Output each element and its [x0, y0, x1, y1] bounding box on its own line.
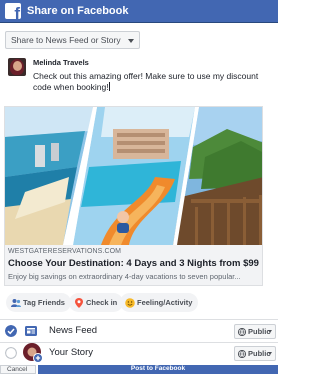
- post-composer[interactable]: Melinda Travels Check out this amazing o…: [0, 55, 278, 100]
- feeling-activity-button[interactable]: Feeling/Activity: [120, 293, 199, 312]
- share-destination-dropdown[interactable]: Share to News Feed or Story: [5, 31, 140, 49]
- globe-icon: [238, 350, 246, 358]
- chevron-down-icon: [268, 352, 272, 355]
- facebook-logo-icon: f: [5, 3, 21, 19]
- chevron-down-icon: [268, 330, 272, 333]
- link-description: Enjoy big savings on extraordinary 4-day…: [8, 272, 241, 281]
- story-avatar: [23, 343, 43, 363]
- share-target-label: Your Story: [49, 347, 94, 358]
- unchecked-circle-icon[interactable]: [5, 347, 17, 359]
- window-title: Share on Facebook: [27, 5, 129, 17]
- composer-actions: Tag Friends Check in Feeling/Activity: [0, 293, 278, 313]
- privacy-selector-news-feed[interactable]: Public: [234, 324, 276, 339]
- share-target-your-story[interactable]: Your Story Public: [0, 341, 278, 365]
- tag-friends-icon: [11, 299, 21, 307]
- news-feed-icon: [25, 326, 37, 336]
- author-name: Melinda Travels: [33, 58, 89, 67]
- post-message-input[interactable]: Check out this amazing offer! Make sure …: [33, 71, 265, 92]
- privacy-selector-your-story[interactable]: Public: [234, 346, 276, 361]
- title-bar: f Share on Facebook: [0, 0, 278, 23]
- link-preview-image: [5, 107, 262, 245]
- share-target-label: News Feed: [49, 325, 98, 336]
- checked-circle-icon[interactable]: [5, 325, 17, 337]
- globe-icon: [238, 328, 246, 336]
- chevron-down-icon: [127, 39, 134, 43]
- cancel-button[interactable]: Cancel: [0, 365, 36, 374]
- link-preview-card[interactable]: WESTGATERESERVATIONS.COM Choose Your Des…: [4, 106, 263, 286]
- post-button[interactable]: Post to Facebook: [38, 365, 278, 374]
- tag-friends-button[interactable]: Tag Friends: [6, 293, 71, 312]
- link-domain: WESTGATERESERVATIONS.COM: [8, 248, 122, 255]
- text-cursor: [108, 81, 110, 91]
- location-pin-icon: [75, 298, 83, 308]
- check-in-button[interactable]: Check in: [69, 293, 124, 312]
- link-title: Choose Your Destination: 4 Days and 3 Ni…: [8, 258, 259, 269]
- footer: Cancel Post to Facebook: [0, 365, 278, 374]
- avatar: [8, 58, 26, 76]
- share-destination-label: Share to News Feed or Story: [11, 35, 121, 45]
- share-target-news-feed[interactable]: News Feed Public: [0, 319, 278, 343]
- smiley-icon: [125, 298, 135, 308]
